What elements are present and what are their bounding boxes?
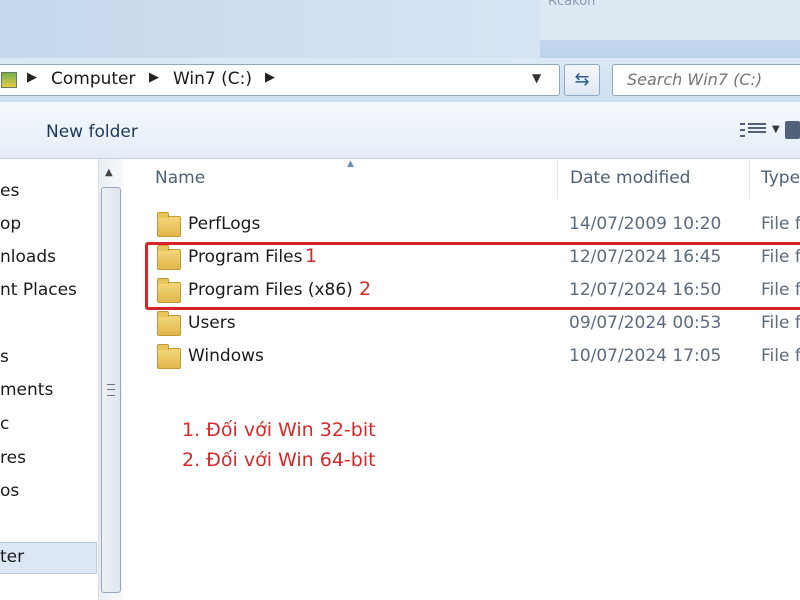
refresh-button[interactable]: ⇆ bbox=[564, 64, 600, 96]
address-dropdown-icon[interactable]: ▼ bbox=[532, 71, 541, 85]
breadcrumb-computer[interactable]: Computer bbox=[51, 69, 136, 89]
file-date: 14/07/2009 10:20 bbox=[569, 214, 722, 234]
nav-item-label: ter bbox=[0, 547, 25, 567]
scroll-up-icon[interactable]: ▲ bbox=[105, 167, 113, 178]
file-row[interactable]: Users 09/07/2024 00:53 File f bbox=[123, 310, 800, 340]
nav-item[interactable]: ments bbox=[0, 380, 53, 400]
nav-item[interactable]: c bbox=[0, 414, 9, 434]
breadcrumb-arrow-icon[interactable]: ▶ bbox=[149, 70, 159, 85]
file-name: Users bbox=[188, 313, 236, 333]
search-input[interactable] bbox=[625, 69, 800, 90]
file-row[interactable]: PerfLogs 14/07/2009 10:20 File f bbox=[123, 211, 800, 241]
nav-item-computer-selected[interactable]: ter bbox=[0, 542, 97, 574]
column-header-name[interactable]: Name bbox=[155, 168, 205, 188]
address-bar[interactable]: ▶ Computer ▶ Win7 (C:) ▶ ▼ bbox=[0, 64, 560, 96]
folder-icon bbox=[157, 344, 181, 369]
nav-scrollbar[interactable]: ▲ bbox=[98, 159, 124, 600]
folder-icon bbox=[157, 311, 181, 336]
nav-item[interactable]: nt Places bbox=[0, 280, 77, 300]
command-toolbar: New folder ▼ bbox=[0, 102, 800, 159]
scroll-grip-icon bbox=[107, 384, 115, 396]
nav-item[interactable]: res bbox=[0, 448, 26, 468]
file-type: File f bbox=[761, 214, 800, 234]
preview-pane-button[interactable] bbox=[785, 121, 800, 139]
file-name: PerfLogs bbox=[188, 214, 261, 234]
nav-item[interactable]: es bbox=[0, 181, 19, 201]
new-folder-button[interactable]: New folder bbox=[46, 122, 138, 142]
nav-item[interactable]: op bbox=[0, 214, 21, 234]
column-divider[interactable] bbox=[749, 159, 750, 199]
computer-icon bbox=[1, 72, 17, 88]
file-date: 09/07/2024 00:53 bbox=[569, 313, 722, 333]
column-divider[interactable] bbox=[557, 159, 558, 199]
nav-item[interactable]: os bbox=[0, 481, 19, 501]
nav-item[interactable]: s bbox=[0, 347, 9, 367]
breadcrumb-arrow-icon[interactable]: ▶ bbox=[27, 70, 37, 85]
search-box[interactable] bbox=[612, 64, 800, 96]
annotation-note: 2. Đối với Win 64-bit bbox=[182, 449, 376, 471]
column-header-type[interactable]: Type bbox=[761, 168, 800, 188]
breadcrumb-arrow-icon[interactable]: ▶ bbox=[265, 70, 275, 85]
file-type: File f bbox=[761, 313, 800, 333]
title-bar-blur bbox=[0, 0, 540, 58]
column-header-date[interactable]: Date modified bbox=[570, 168, 690, 188]
annotation-highlight-box bbox=[145, 242, 800, 310]
refresh-icon: ⇆ bbox=[574, 69, 590, 90]
sort-ascending-icon: ▲ bbox=[347, 159, 354, 169]
file-row[interactable]: Windows 10/07/2024 17:05 File f bbox=[123, 343, 800, 373]
file-date: 10/07/2024 17:05 bbox=[569, 346, 722, 366]
view-dropdown-icon[interactable]: ▼ bbox=[772, 124, 780, 135]
view-options-icon[interactable] bbox=[740, 121, 766, 139]
window-title-bar: Rcakon bbox=[0, 0, 800, 58]
folder-icon bbox=[157, 212, 181, 237]
breadcrumb-drive[interactable]: Win7 (C:) bbox=[173, 69, 252, 89]
address-row: ▶ Computer ▶ Win7 (C:) ▶ ▼ ⇆ bbox=[0, 58, 800, 102]
nav-item[interactable]: nloads bbox=[0, 247, 56, 267]
file-name: Windows bbox=[188, 346, 264, 366]
navigation-pane: es op nloads nt Places s ments c res os … bbox=[0, 159, 98, 600]
annotation-note: 1. Đối với Win 32-bit bbox=[182, 419, 376, 441]
file-type: File f bbox=[761, 346, 800, 366]
scroll-thumb[interactable] bbox=[101, 187, 121, 593]
title-bar-text: Rcakon bbox=[548, 0, 596, 9]
file-list-pane: ▲ Name Date modified Type PerfLogs 14/07… bbox=[123, 159, 800, 600]
